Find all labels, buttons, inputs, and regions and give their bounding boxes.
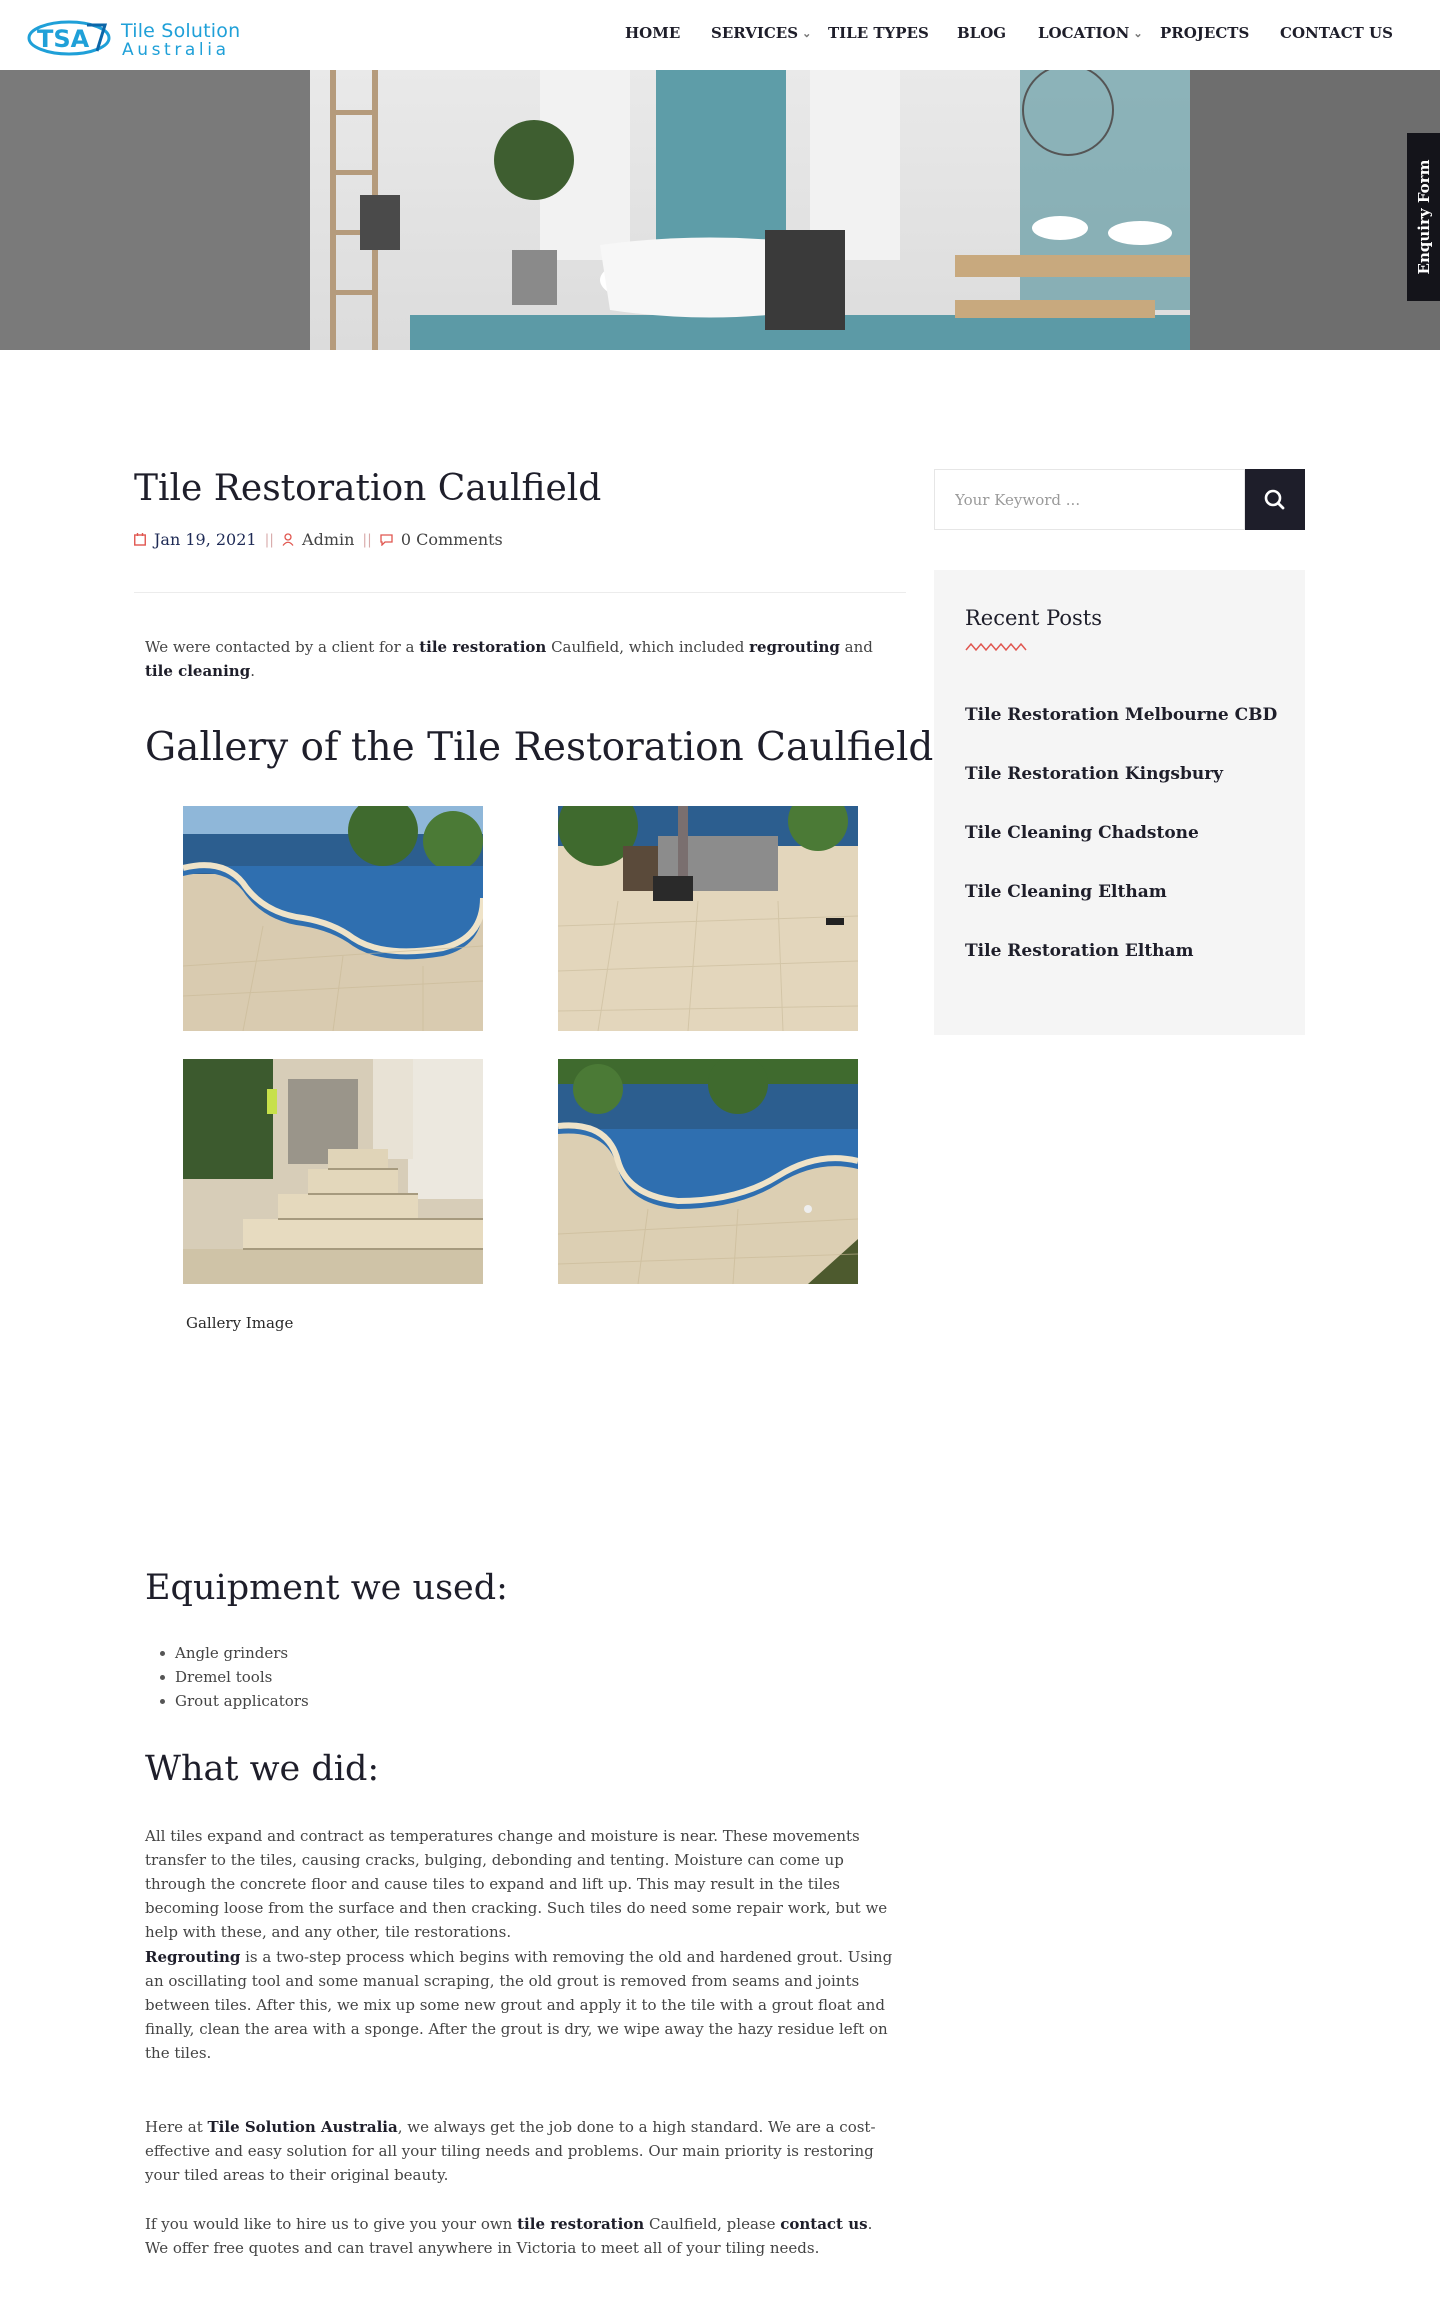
brand-name: Tile Solution [121,20,241,42]
post-meta: Jan 19, 2021 || Admin || 0 Comments [134,530,503,549]
search-button[interactable] [1245,469,1305,530]
nav-blog-label: BLOG [957,24,1007,42]
intro-bold: tile restoration [419,638,547,656]
site-header: TSA Tile Solution Australia HOME SERVICE… [0,0,1440,70]
nav-tile-types[interactable]: TILE TYPES [828,24,929,44]
post-author[interactable]: Admin [302,530,354,549]
meta-separator: || [264,531,275,548]
recent-post-link[interactable]: Tile Restoration Melbourne CBD [965,705,1295,725]
gallery-image-pool-2[interactable] [558,1059,858,1284]
outro-bold: tile restoration [517,2215,645,2233]
user-icon [282,533,294,546]
recent-post-link[interactable]: Tile Cleaning Eltham [965,882,1295,902]
recent-posts-title: Recent Posts [965,606,1102,630]
outro-paragraph-1: Here at Tile Solution Australia, we alwa… [145,2115,897,2187]
nav-services-label: SERVICES [711,24,799,42]
comment-icon [380,533,393,546]
nav-home-label: HOME [625,24,681,42]
equipment-heading: Equipment we used: [145,1568,508,1608]
equipment-list: Angle grinders Dremel tools Grout applic… [158,1641,309,1713]
recent-posts-widget: Recent Posts Tile Restoration Melbourne … [934,570,1305,1035]
pool-photo [558,1059,858,1284]
enquiry-form-label: Enquiry Form [1414,159,1433,275]
chevron-down-icon: ⌄ [802,27,812,40]
outro-text: Here at [145,2118,208,2136]
post-date[interactable]: Jan 19, 2021 [154,530,257,549]
recent-post-link[interactable]: Tile Cleaning Chadstone [965,823,1295,843]
steps-photo [183,1059,483,1284]
list-item: Dremel tools [158,1665,309,1689]
gallery-image-steps[interactable] [183,1059,483,1284]
what-we-did-heading: What we did: [145,1749,380,1789]
outro-text: If you would like to hire us to give you… [145,2215,518,2233]
outro-bold: Tile Solution Australia [207,2118,398,2136]
gallery-heading: Gallery of the Tile Restoration Caulfiel… [145,725,934,770]
did-text: is a two-step process which begins with … [145,1948,893,2062]
tsa-logo-icon: TSA [27,20,111,56]
intro-bold: regrouting [749,638,840,656]
enquiry-form-tab[interactable]: Enquiry Form [1407,133,1440,301]
bathroom-hero-image [0,70,1440,350]
nav-tile-types-label: TILE TYPES [828,24,929,42]
outro-text: Caulfield, please [644,2215,781,2233]
search-icon [1264,489,1285,510]
list-item: Angle grinders [158,1641,309,1665]
svg-text:TSA: TSA [37,25,90,53]
brand-sub: Australia [122,40,230,60]
nav-location[interactable]: LOCATION ⌄ [1038,24,1143,44]
intro-text: Caulfield, which included [546,638,750,656]
meta-divider [134,592,906,593]
chevron-down-icon: ⌄ [1133,27,1143,40]
search-input[interactable] [935,470,1244,529]
intro-bold: tile cleaning [145,662,251,680]
calendar-icon [134,533,146,546]
intro-paragraph: We were contacted by a client for a tile… [145,635,897,683]
nav-home[interactable]: HOME [625,24,680,44]
nav-contact-us[interactable]: CONTACT US [1280,24,1393,44]
post-title: Tile Restoration Caulfield [134,468,602,509]
intro-text: . [250,662,255,680]
nav-blog[interactable]: BLOG [957,24,1006,44]
hero-banner [0,70,1440,350]
recent-post-link[interactable]: Tile Restoration Kingsbury [965,764,1295,784]
post-comments-count[interactable]: 0 Comments [401,530,503,549]
intro-text: and [839,638,873,656]
gallery-image-patio[interactable] [558,806,858,1031]
list-item: Grout applicators [158,1689,309,1713]
outro-paragraph-2: If you would like to hire us to give you… [145,2212,897,2260]
site-logo[interactable]: TSA Tile Solution Australia [27,18,253,60]
gallery-caption: Gallery Image [186,1314,294,1332]
nav-location-label: LOCATION [1038,24,1130,42]
pool-photo [183,806,483,1031]
nav-projects-label: PROJECTS [1160,24,1250,42]
meta-separator: || [362,531,372,548]
zigzag-divider-icon [965,642,1027,652]
did-paragraph-2: Regrouting is a two-step process which b… [145,1945,897,2065]
recent-post-link[interactable]: Tile Restoration Eltham [965,941,1295,961]
regrouting-bold: Regrouting [145,1948,241,1966]
gallery-image-pool-1[interactable] [183,806,483,1031]
nav-services[interactable]: SERVICES ⌄ [711,24,811,44]
nav-projects[interactable]: PROJECTS [1160,24,1249,44]
did-paragraph-1: All tiles expand and contract as tempera… [145,1827,888,1941]
intro-text: We were contacted by a client for a [145,638,420,656]
nav-contact-label: CONTACT US [1280,24,1393,42]
search-box [934,469,1245,530]
contact-us-link[interactable]: contact us [780,2215,867,2233]
patio-photo [558,806,858,1031]
